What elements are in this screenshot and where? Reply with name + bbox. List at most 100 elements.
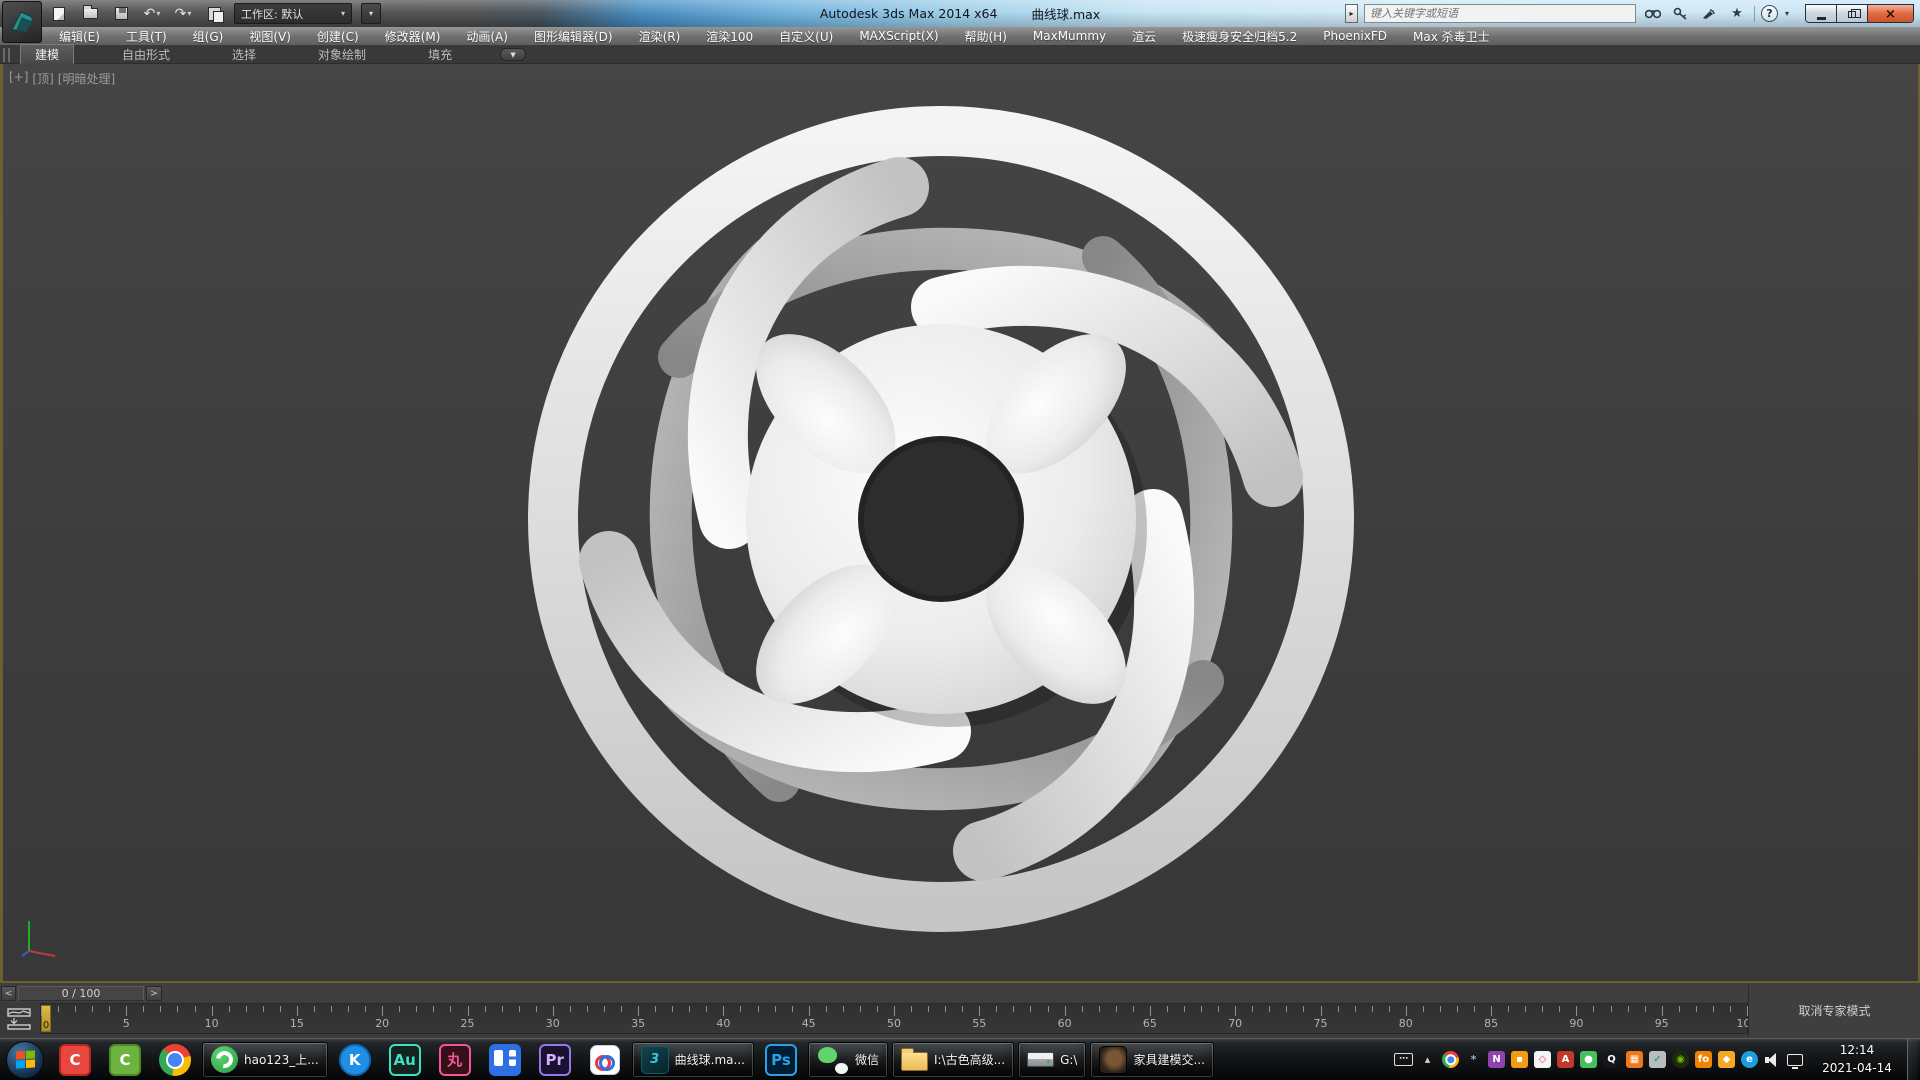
acrobat-tray-icon[interactable]: A	[1557, 1051, 1574, 1068]
infocenter-search-input[interactable]	[1364, 4, 1636, 23]
menu-item-15[interactable]: 渲云	[1119, 28, 1169, 45]
hexagon-app-tray-icon[interactable]: ◇	[1534, 1051, 1551, 1068]
ribbon-minimize-button[interactable]: ▼	[500, 48, 526, 61]
restore-button[interactable]	[1837, 5, 1868, 23]
ruler-tick	[792, 1006, 793, 1012]
camtasia[interactable]: C	[100, 1040, 150, 1080]
taskbar-clock[interactable]: 12:14 2021-04-14	[1811, 1042, 1903, 1077]
ribbon-tab-2[interactable]: 自由形式	[108, 45, 184, 64]
search-binoculars-icon[interactable]	[1642, 4, 1664, 23]
explorer-folder-task[interactable]: I:\古色高级...	[892, 1042, 1014, 1078]
help-button[interactable]: ?	[1761, 5, 1778, 22]
new-file-button[interactable]	[48, 3, 70, 24]
ribbon-tab-5[interactable]: 填充	[414, 45, 466, 64]
search-history-button[interactable]: ▸	[1345, 4, 1358, 23]
security-shield-tray-icon[interactable]: ◆	[1718, 1051, 1735, 1068]
communication-center-icon[interactable]	[1698, 4, 1720, 23]
menu-item-18[interactable]: Max 杀毒卫士	[1400, 28, 1503, 45]
redo-caret-icon[interactable]: ▾	[187, 9, 191, 18]
menu-item-8[interactable]: 图形编辑器(D)	[521, 28, 626, 45]
qq-tray-icon[interactable]: Q	[1603, 1051, 1620, 1068]
chrome[interactable]	[150, 1040, 200, 1080]
touch-keyboard-icon[interactable]: ⋯	[1394, 1053, 1413, 1066]
show-hidden-icons[interactable]: ▴	[1419, 1051, 1436, 1068]
minimize-button[interactable]	[1806, 5, 1837, 23]
application-menu-button[interactable]	[2, 1, 42, 43]
undo-button[interactable]: ↶▾	[141, 3, 163, 24]
explorer-drive-task[interactable]: G:\	[1018, 1042, 1086, 1078]
safely-remove-hardware-icon[interactable]: ✓	[1649, 1051, 1666, 1068]
camtasia-recorder[interactable]: C	[50, 1040, 100, 1080]
time-ruler[interactable]: 0 51015202530354045505560657075808590951…	[40, 1003, 1748, 1034]
show-desktop-button[interactable]	[1907, 1039, 1918, 1080]
ruler-tick	[365, 1006, 366, 1012]
wechat-task[interactable]: 微信	[808, 1042, 888, 1078]
wan-app[interactable]: 丸	[430, 1040, 480, 1080]
open-mini-curve-editor-button[interactable]	[6, 1007, 34, 1031]
adobe-premiere-icon: Pr	[539, 1044, 571, 1076]
hao123-browser-task[interactable]: hao123_上...	[202, 1042, 328, 1078]
adobe-audition[interactable]: Au	[380, 1040, 430, 1080]
ribbon-tab-4[interactable]: 对象绘制	[304, 45, 380, 64]
wechat-tray-icon[interactable]: ●	[1580, 1051, 1597, 1068]
menu-item-11[interactable]: 自定义(U)	[766, 28, 846, 45]
close-button[interactable]: ×	[1868, 5, 1913, 23]
adobe-premiere[interactable]: Pr	[530, 1040, 580, 1080]
menu-item-7[interactable]: 动画(A)	[453, 28, 521, 45]
frame-counter[interactable]: 0 / 100	[18, 986, 144, 1001]
help-caret-icon[interactable]: ▾	[1785, 9, 1789, 18]
snowflake-app-tray-icon[interactable]: *	[1465, 1051, 1482, 1068]
nvidia-tray-icon[interactable]: ◉	[1672, 1051, 1689, 1068]
figure8-app[interactable]	[580, 1040, 630, 1080]
ruler-tick-label: 85	[1484, 1017, 1498, 1030]
furniture-modeling-task[interactable]: 家具建模交...	[1090, 1042, 1213, 1078]
menu-item-14[interactable]: MaxMummy	[1020, 29, 1119, 43]
save-file-button[interactable]	[110, 3, 132, 24]
menu-item-17[interactable]: PhoenixFD	[1310, 29, 1400, 43]
undo-caret-icon[interactable]: ▾	[156, 9, 160, 18]
workspace-selector[interactable]: 工作区: 默认 ▾	[234, 3, 352, 24]
menu-item-1[interactable]: 编辑(E)	[46, 28, 113, 45]
3dsmax-document-task[interactable]: 3曲线球.ma...	[632, 1042, 754, 1078]
usb-stick-tray-icon[interactable]: ▪	[1511, 1051, 1528, 1068]
network-icon[interactable]	[1787, 1054, 1803, 1066]
fo-app-tray-icon[interactable]: fo	[1695, 1051, 1712, 1068]
top-viewport[interactable]: [+] [顶] [明暗处理]	[0, 64, 1920, 983]
open-file-button[interactable]	[79, 3, 101, 24]
clip-app-tray-icon[interactable]: N	[1488, 1051, 1505, 1068]
menu-item-13[interactable]: 帮助(H)	[952, 28, 1020, 45]
start-button[interactable]	[0, 1040, 50, 1080]
toolbar-options-button[interactable]: ▾	[361, 3, 381, 24]
menu-item-6[interactable]: 修改器(M)	[372, 28, 454, 45]
viewport-shading-menu[interactable]: [明暗处理]	[58, 70, 115, 87]
viewport-pov-menu[interactable]: [顶]	[32, 70, 53, 87]
adobe-photoshop[interactable]: Ps	[756, 1040, 806, 1080]
ribbon-drag-handle[interactable]	[3, 48, 10, 62]
time-slider-handle[interactable]: 0	[41, 1005, 51, 1032]
cancel-expert-mode-button[interactable]: 取消专家模式	[1798, 1002, 1870, 1019]
eset-tray-icon[interactable]: e	[1741, 1051, 1758, 1068]
menu-item-3[interactable]: 组(G)	[180, 28, 237, 45]
redo-button[interactable]: ↷▾	[172, 3, 194, 24]
menu-item-5[interactable]: 创建(C)	[304, 28, 372, 45]
favorites-star-icon[interactable]: ★	[1726, 4, 1748, 23]
project-toolbar-button[interactable]	[203, 3, 225, 24]
chrome-tray-icon[interactable]	[1442, 1051, 1459, 1068]
menu-item-16[interactable]: 极速瘦身安全归档5.2	[1169, 28, 1310, 45]
menu-item-2[interactable]: 工具(T)	[113, 28, 180, 45]
previous-frame-button[interactable]: <	[1, 986, 16, 1001]
menu-item-10[interactable]: 渲染100	[693, 28, 766, 45]
ribbon-tab-3[interactable]: 选择	[218, 45, 270, 64]
menu-item-12[interactable]: MAXScript(X)	[846, 29, 951, 43]
next-frame-button[interactable]: >	[146, 986, 162, 1001]
menu-item-4[interactable]: 视图(V)	[236, 28, 304, 45]
viewport-general-menu[interactable]: [+]	[9, 70, 28, 87]
video-tiles-app[interactable]	[480, 1040, 530, 1080]
subscription-key-icon[interactable]	[1670, 4, 1692, 23]
volume-icon[interactable]	[1764, 1051, 1781, 1068]
kugou-music[interactable]: K	[330, 1040, 380, 1080]
ribbon-tab-1[interactable]: 建模	[20, 44, 74, 65]
orange-window-tray-icon[interactable]: ▦	[1626, 1051, 1643, 1068]
menu-item-9[interactable]: 渲染(R)	[626, 28, 694, 45]
ruler-tick	[587, 1006, 588, 1012]
